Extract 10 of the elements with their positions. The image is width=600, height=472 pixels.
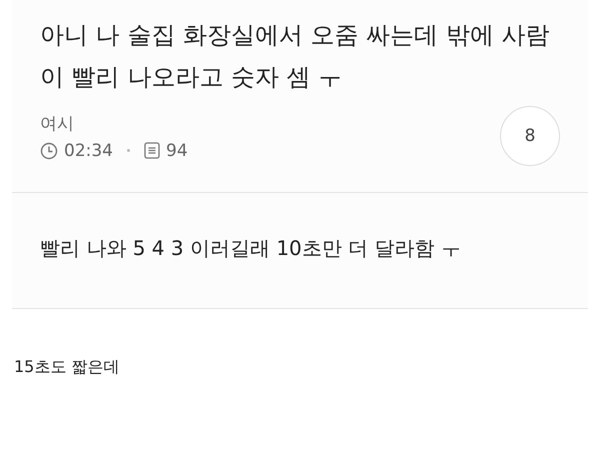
post-body: 빨리 나와 5 4 3 이러길래 10초만 더 달라함 ㅜ — [40, 235, 462, 262]
clock-icon — [40, 142, 58, 160]
view-count: 94 — [166, 140, 188, 160]
post-title: 아니 나 술집 화장실에서 오줌 싸는데 밖에 사람이 빨리 나오라고 숫자 셈 ㅜ — [40, 20, 550, 93]
author-name: 여시 — [40, 112, 75, 134]
separator-dot — [127, 149, 130, 152]
document-icon — [144, 142, 160, 159]
comment-count-button[interactable]: 8 — [500, 106, 560, 166]
comment-text: 15초도 짧은데 — [14, 357, 120, 378]
post-time: 02:34 — [64, 140, 113, 160]
